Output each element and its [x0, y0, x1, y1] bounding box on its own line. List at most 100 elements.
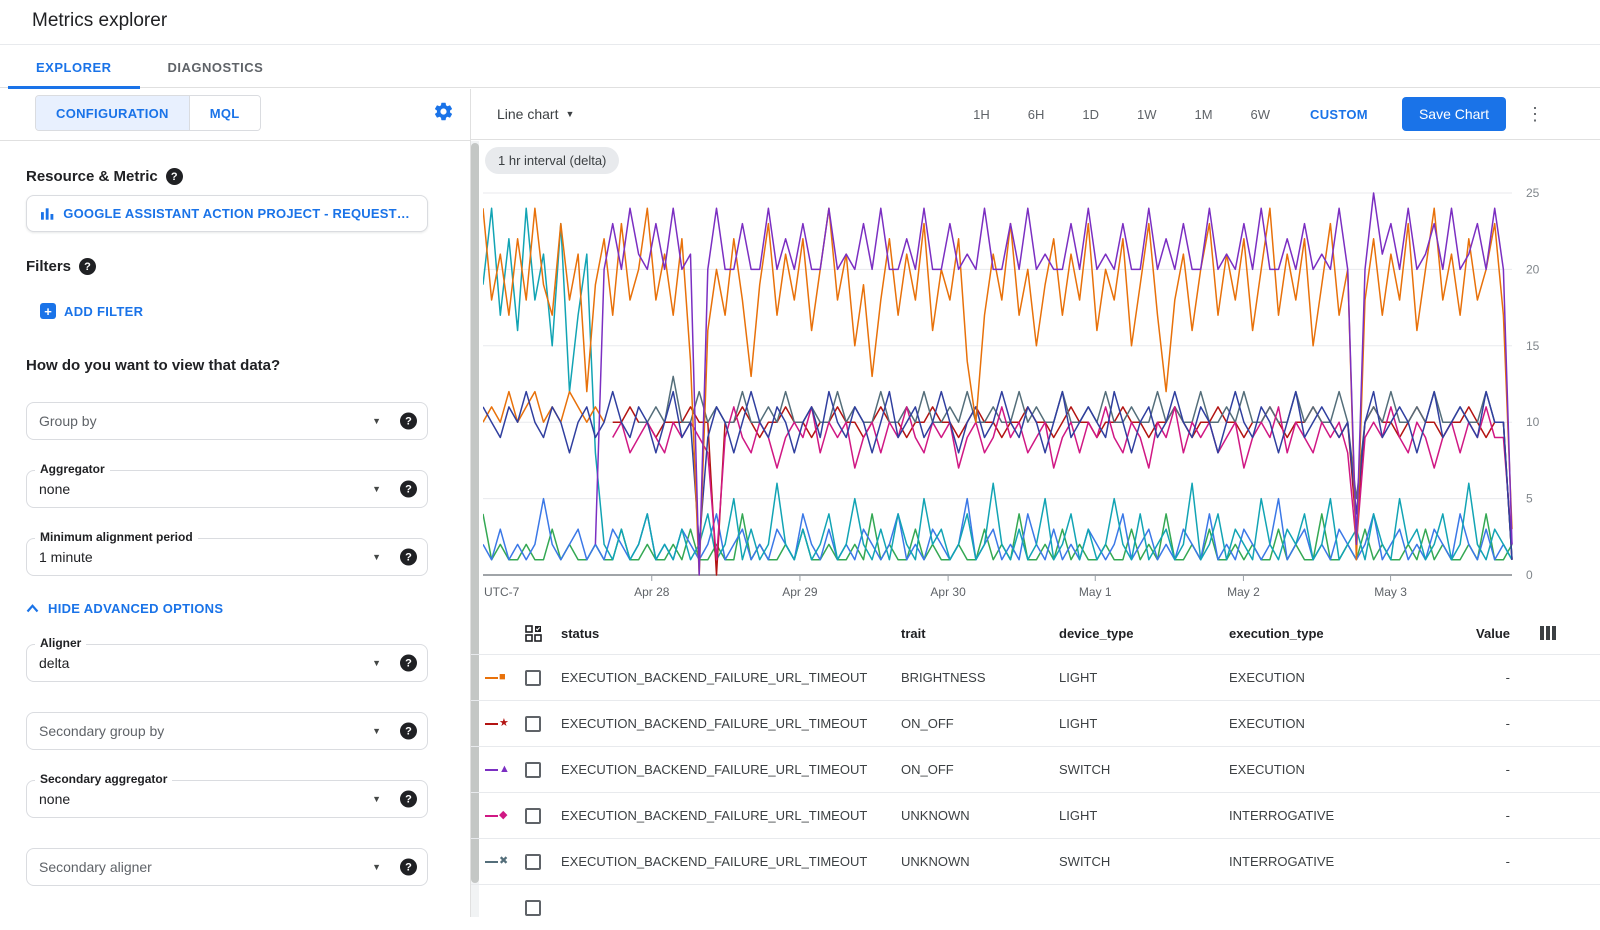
- add-filter-label: ADD FILTER: [64, 304, 143, 319]
- field-secondary-aligner[interactable]: Secondary aligner ▼?: [26, 848, 428, 886]
- dropdown-caret-icon: ▼: [372, 658, 381, 668]
- row-checkbox[interactable]: [525, 808, 541, 824]
- cell-device-type: LIGHT: [1059, 716, 1229, 731]
- legend-line: [485, 861, 498, 863]
- resource-metric-section: Resource & Metric ?: [26, 168, 183, 185]
- field-placeholder: Secondary aligner: [39, 859, 152, 875]
- cell-device-type: LIGHT: [1059, 808, 1229, 823]
- cell-trait: ON_OFF: [901, 762, 1059, 777]
- range-6h-button[interactable]: 6H: [1028, 107, 1045, 122]
- legend-shape-icon: ◆: [499, 810, 507, 821]
- row-checkbox[interactable]: [525, 716, 541, 732]
- field-placeholder: Secondary group by: [39, 723, 164, 739]
- col-trait: trait: [901, 626, 1059, 641]
- view-columns-icon[interactable]: [1540, 626, 1556, 640]
- svg-text:0: 0: [1526, 568, 1533, 582]
- kebab-menu-icon[interactable]: ⋮: [1526, 104, 1544, 125]
- tab-explorer[interactable]: EXPLORER: [8, 46, 140, 88]
- view-data-question: How do you want to view that data?: [26, 357, 280, 374]
- chart-type-dropdown[interactable]: Line chart ▼: [497, 106, 574, 122]
- row-checkbox[interactable]: [525, 854, 541, 870]
- help-icon[interactable]: ?: [400, 723, 417, 740]
- dropdown-caret-icon: ▼: [372, 862, 381, 872]
- help-icon[interactable]: ?: [400, 549, 417, 566]
- svg-text:Apr 29: Apr 29: [782, 585, 818, 599]
- resource-metric-label: Resource & Metric: [26, 168, 158, 185]
- chart-panel: Line chart ▼ 1H 6H 1D 1W 1M 6W CUSTOM Sa…: [471, 89, 1600, 917]
- legend-line: [485, 769, 498, 771]
- resource-metric-chip[interactable]: GOOGLE ASSISTANT ACTION PROJECT - REQUES…: [26, 195, 428, 232]
- row-checkbox[interactable]: [525, 900, 541, 916]
- svg-text:UTC-7: UTC-7: [484, 585, 520, 599]
- filters-section: Filters ?: [26, 258, 96, 275]
- svg-text:10: 10: [1526, 415, 1540, 429]
- field-value: none: [39, 481, 70, 497]
- field-aligner[interactable]: Alignerdelta▼?: [26, 644, 428, 682]
- table-row: ✖EXECUTION_BACKEND_FAILURE_URL_TIMEOUTUN…: [471, 838, 1600, 884]
- cell-status: EXECUTION_BACKEND_FAILURE_URL_TIMEOUT: [561, 762, 901, 777]
- field-secondary-group-by[interactable]: Secondary group by▼?: [26, 712, 428, 750]
- legend-shape-icon: ✖: [499, 856, 508, 867]
- field-value: delta: [39, 655, 69, 671]
- help-icon[interactable]: ?: [79, 258, 96, 275]
- caret-down-icon: ▼: [565, 109, 574, 119]
- range-1m-button[interactable]: 1M: [1194, 107, 1212, 122]
- range-1w-button[interactable]: 1W: [1137, 107, 1157, 122]
- settings-gear-icon[interactable]: [433, 101, 454, 122]
- table-body: ■ EXECUTION_BACKEND_FAILURE_URL_TIMEOUT BR…: [471, 654, 1600, 930]
- dropdown-caret-icon: ▼: [372, 552, 381, 562]
- field-group-by[interactable]: Group by▼?: [26, 402, 428, 440]
- cell-execution-type: EXECUTION: [1229, 670, 1444, 685]
- add-filter-button[interactable]: + ADD FILTER: [40, 303, 143, 319]
- field-label: Aggregator: [35, 462, 110, 476]
- row-checkbox[interactable]: [525, 762, 541, 778]
- range-1h-button[interactable]: 1H: [973, 107, 990, 122]
- resource-metric-chip-label: GOOGLE ASSISTANT ACTION PROJECT - REQUES…: [63, 206, 413, 221]
- col-execution-type: execution_type: [1229, 626, 1444, 641]
- save-chart-button[interactable]: Save Chart: [1402, 97, 1506, 131]
- range-1d-button[interactable]: 1D: [1082, 107, 1099, 122]
- help-icon[interactable]: ?: [400, 791, 417, 808]
- table-row: [471, 884, 1600, 930]
- line-chart: 0510152025Apr 28Apr 29Apr 30May 1May 2Ma…: [483, 185, 1573, 605]
- cell-status: EXECUTION_BACKEND_FAILURE_URL_TIMEOUT: [561, 854, 901, 869]
- legend-marker: ✖: [485, 856, 525, 867]
- cell-device-type: SWITCH: [1059, 762, 1229, 777]
- svg-text:5: 5: [1526, 492, 1533, 506]
- page-title: Metrics explorer: [32, 10, 167, 32]
- cell-value: -: [1444, 716, 1512, 731]
- row-checkbox[interactable]: [525, 670, 541, 686]
- tab-diagnostics[interactable]: DIAGNOSTICS: [140, 46, 292, 88]
- series-table: status trait device_type execution_type …: [471, 612, 1600, 930]
- table-row: ◆EXECUTION_BACKEND_FAILURE_URL_TIMEOUTUN…: [471, 792, 1600, 838]
- range-custom-button[interactable]: CUSTOM: [1310, 107, 1368, 122]
- field-value: none: [39, 791, 70, 807]
- field-aggregator[interactable]: Aggregatornone▼?: [26, 470, 428, 508]
- field-minimum-alignment-period[interactable]: Minimum alignment period1 minute▼?: [26, 538, 428, 576]
- select-all-icon[interactable]: [525, 625, 542, 642]
- configuration-panel: CONFIGURATION MQL Resource & Metric ? GO…: [0, 89, 470, 917]
- chart-toolbar: Line chart ▼ 1H 6H 1D 1W 1M 6W CUSTOM Sa…: [471, 89, 1600, 140]
- range-6w-button[interactable]: 6W: [1251, 107, 1271, 122]
- table-row: ■EXECUTION_BACKEND_FAILURE_URL_TIMEOUTBR…: [471, 654, 1600, 700]
- field-secondary-aggregator[interactable]: Secondary aggregatornone▼?: [26, 780, 428, 818]
- cell-execution-type: EXECUTION: [1229, 762, 1444, 777]
- help-icon[interactable]: ?: [400, 413, 417, 430]
- help-icon[interactable]: ?: [166, 168, 183, 185]
- mql-toggle[interactable]: MQL: [189, 96, 260, 130]
- help-icon[interactable]: ?: [400, 481, 417, 498]
- hide-advanced-options-button[interactable]: HIDE ADVANCED OPTIONS: [26, 601, 223, 616]
- dropdown-caret-icon: ▼: [372, 416, 381, 426]
- dropdown-caret-icon: ▼: [372, 794, 381, 804]
- field-label: Secondary aggregator: [35, 772, 172, 786]
- svg-text:Apr 30: Apr 30: [930, 585, 966, 599]
- hide-advanced-options-label: HIDE ADVANCED OPTIONS: [48, 601, 223, 616]
- legend-marker: ■: [485, 672, 525, 683]
- cell-value: -: [1444, 762, 1512, 777]
- svg-text:Apr 28: Apr 28: [634, 585, 670, 599]
- help-icon[interactable]: ?: [400, 859, 417, 876]
- cell-trait: BRIGHTNESS: [901, 670, 1059, 685]
- help-icon[interactable]: ?: [400, 655, 417, 672]
- configuration-toggle[interactable]: CONFIGURATION: [36, 96, 189, 130]
- cell-status: EXECUTION_BACKEND_FAILURE_URL_TIMEOUT: [561, 808, 901, 823]
